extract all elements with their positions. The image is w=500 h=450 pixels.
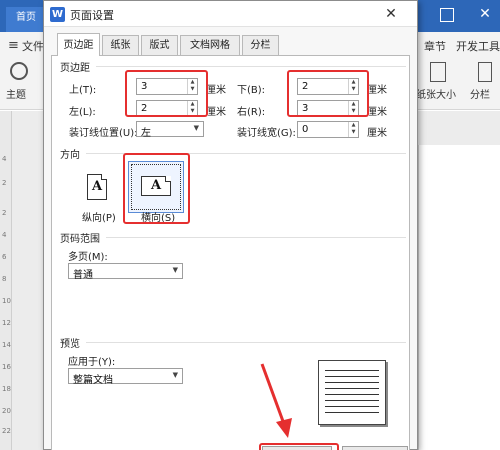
ruler-mark: 10 [2,297,11,305]
paper-size-button[interactable]: 纸张大小 [416,86,456,101]
highlight-box-landscape [123,153,190,224]
portrait-page-icon: A [87,174,107,200]
gutter-width-value: 0 [302,124,309,135]
ruler-mark: 12 [2,319,11,327]
unit-dropdown[interactable]: 厘米 [367,103,387,118]
preview-line [325,394,379,395]
chevron-down-icon: ▼ [193,124,199,132]
page-range-section-label: 页码范围 [60,234,100,245]
ruler-mark: 8 [2,275,7,283]
unit-dropdown[interactable]: 厘米 [206,81,226,96]
document-page[interactable] [418,145,500,450]
preview-line [325,382,379,383]
ruler-mark: 4 [2,155,7,163]
multiple-pages-label: 多页(M): [68,252,108,263]
highlight-box-bottom-right-margins [287,70,369,117]
ruler-mark: 2 [2,179,7,187]
divider [86,342,406,343]
hamburger-menu-icon[interactable]: ≡ [8,38,19,53]
gutter-position-value: 左 [141,128,151,139]
portrait-option[interactable]: A [68,163,124,215]
left-margin-label: 左(L): [69,107,96,118]
app-close-icon[interactable]: ✕ [473,4,497,24]
unit-dropdown[interactable]: 厘米 [367,81,387,96]
margins-section-label: 页边距 [60,63,90,74]
tab-paper[interactable]: 纸张 [102,35,139,55]
columns-button[interactable]: 分栏 [470,86,490,101]
preview-thumbnail [318,360,386,425]
portrait-label[interactable]: 纵向(P) [82,209,116,224]
apply-to-select[interactable]: 整篇文档 ▼ [68,368,183,386]
spinner-arrows-icon[interactable]: ▲ ▼ [348,122,358,137]
divider [96,66,406,67]
orientation-section-label: 方向 [60,150,80,161]
preview-line [325,400,379,401]
chevron-down-icon: ▼ [172,266,178,274]
highlight-box-top-left-margins [125,70,208,117]
apply-to-label: 应用于(Y): [68,357,116,368]
dialog-close-icon[interactable]: ✕ [381,4,401,24]
dialog-title: 页面设置 [70,9,114,22]
gutter-width-label: 装订线宽(G): [237,128,296,139]
gutter-position-select[interactable]: 左 ▼ [136,121,204,139]
home-tab[interactable]: 首页 [6,7,46,32]
ribbon-tab-developer[interactable]: 开发工具 [456,38,500,54]
multiple-pages-value: 普通 [73,270,93,281]
ruler-mark: 22 [2,427,11,435]
tab-columns[interactable]: 分栏 [242,35,279,55]
ruler-mark: 18 [2,385,11,393]
chevron-down-icon: ▼ [172,371,178,379]
columns-icon[interactable] [478,62,492,82]
theme-label[interactable]: 主题 [6,86,26,101]
ruler-mark: 20 [2,407,11,415]
divider [106,237,406,238]
ruler-mark: 14 [2,341,11,349]
preview-line [325,406,379,407]
red-arrow-icon [260,363,292,438]
restore-window-icon[interactable] [440,8,454,22]
preview-line [325,370,379,371]
paper-size-icon[interactable] [430,62,446,82]
ruler-mark: 4 [2,231,7,239]
vertical-ruler: 4 2 2 4 6 8 10 12 14 16 18 20 22 [0,111,12,450]
ruler-mark: 2 [2,209,7,217]
theme-palette-icon[interactable] [10,62,28,80]
preview-section-label: 预览 [60,339,80,350]
right-margin-label: 右(R): [237,107,266,118]
tab-document-grid[interactable]: 文档网格 [180,35,240,55]
apply-to-value: 整篇文档 [73,375,113,386]
file-menu[interactable]: 文件 [22,38,44,54]
gutter-position-label: 装订线位置(U): [69,128,138,139]
cancel-button[interactable] [342,446,408,450]
dialog-titlebar[interactable]: W 页面设置 ✕ [44,1,417,27]
preview-line [325,412,379,413]
preview-line [325,388,379,389]
multiple-pages-select[interactable]: 普通 ▼ [68,263,183,281]
tab-layout[interactable]: 版式 [141,35,178,55]
ruler-mark: 6 [2,253,7,261]
preview-line [325,376,379,377]
wps-logo-icon: W [50,7,65,22]
ruler-mark: 16 [2,363,11,371]
top-margin-label: 上(T): [69,85,97,96]
unit-dropdown[interactable]: 厘米 [206,103,226,118]
tab-margins[interactable]: 页边距 [57,33,100,56]
gutter-width-field[interactable]: 0 ▲ ▼ [297,121,359,138]
ribbon-tab-chapter[interactable]: 章节 [424,38,446,54]
unit-dropdown[interactable]: 厘米 [367,124,387,139]
bottom-margin-label: 下(B): [237,85,266,96]
highlight-box-ok [259,443,339,450]
